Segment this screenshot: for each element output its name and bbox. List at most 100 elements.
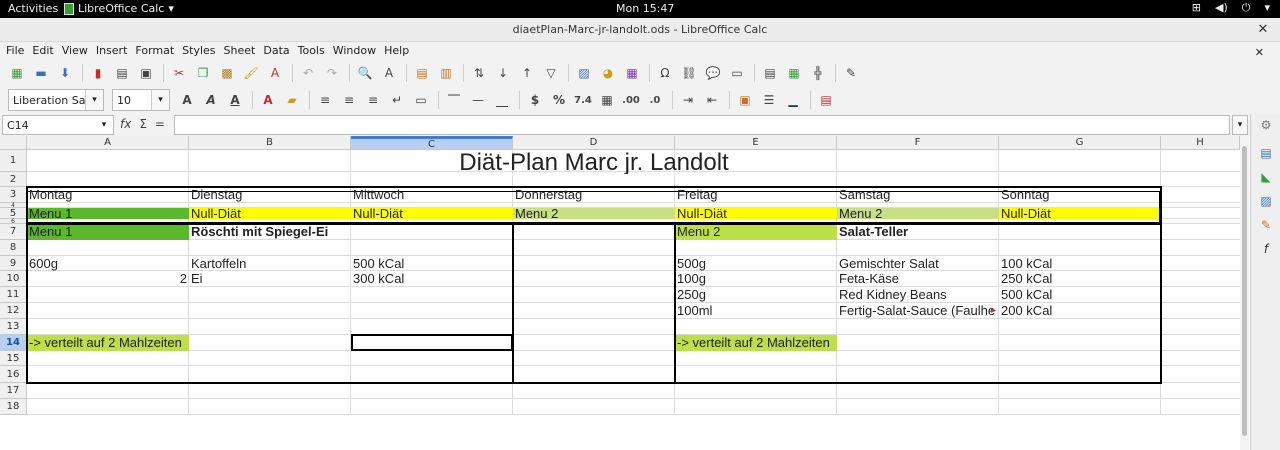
menu1-label[interactable]: Menu 1: [27, 224, 189, 240]
highlight-color-icon[interactable]: ▰: [283, 91, 301, 109]
paste-icon[interactable]: ▩: [218, 64, 236, 82]
formula-icon[interactable]: =: [155, 117, 165, 131]
day-header-4[interactable]: Freitag: [675, 187, 837, 203]
undo-icon[interactable]: ↶: [299, 64, 317, 82]
menu2-kcal[interactable]: 250 kCal: [999, 271, 1161, 287]
comment-icon[interactable]: 💬: [704, 64, 722, 82]
chevron-down-icon[interactable]: ▾: [151, 90, 169, 110]
day-header-0[interactable]: Montag: [27, 187, 189, 203]
function-wizard-icon[interactable]: fx: [120, 117, 131, 131]
print-icon[interactable]: ▤: [113, 64, 131, 82]
number-format-icon[interactable]: 7.4: [574, 91, 592, 109]
menu-tools[interactable]: Tools: [298, 42, 331, 60]
menu2-item[interactable]: Red Kidney Beans: [837, 287, 999, 303]
menu1-qty[interactable]: 600g: [27, 256, 189, 271]
menu-window[interactable]: Window: [333, 42, 382, 60]
font-name-combobox[interactable]: Liberation Sa ▾: [8, 89, 104, 111]
row-icon[interactable]: ▤: [413, 64, 431, 82]
day-header-1[interactable]: Dienstag: [189, 187, 351, 203]
menu1-note[interactable]: -> verteilt auf 2 Mahlzeiten: [27, 335, 189, 351]
row-header-12[interactable]: 12: [0, 303, 27, 319]
menu2-item[interactable]: Feta-Käse: [837, 271, 999, 287]
increase-indent-icon[interactable]: ⇥: [679, 91, 697, 109]
plan-cell-5[interactable]: Menu 2: [837, 208, 999, 219]
insert-chart-icon[interactable]: ◕: [599, 64, 617, 82]
sort-icon[interactable]: ⇅: [470, 64, 488, 82]
pivot-table-icon[interactable]: ▦: [623, 64, 641, 82]
menu-data[interactable]: Data: [263, 42, 295, 60]
menu2-item[interactable]: Fertig-Salat-Sauce (Faulhe: [837, 303, 999, 319]
menu-file[interactable]: File: [6, 42, 30, 60]
functions-icon[interactable]: f: [1258, 242, 1274, 258]
align-right-icon[interactable]: ≡: [364, 91, 382, 109]
menu-sheet[interactable]: Sheet: [224, 42, 262, 60]
menu-format[interactable]: Format: [135, 42, 180, 60]
menu2-item[interactable]: Gemischter Salat: [837, 256, 999, 271]
clone-formatting-icon[interactable]: 🖌: [242, 64, 260, 82]
split-window-icon[interactable]: ╬: [809, 64, 827, 82]
show-draw-functions-icon[interactable]: ✎: [842, 64, 860, 82]
activities-button[interactable]: Activities: [8, 2, 58, 15]
properties-icon[interactable]: ▤: [1258, 146, 1274, 162]
date-format-icon[interactable]: ▦: [598, 91, 616, 109]
clear-formatting-icon[interactable]: A: [266, 64, 284, 82]
row-header-2[interactable]: 2: [0, 172, 27, 187]
special-character-icon[interactable]: Ω: [656, 64, 674, 82]
menu-edit[interactable]: Edit: [32, 42, 59, 60]
delete-decimal-icon[interactable]: .0: [646, 91, 664, 109]
column-header-e[interactable]: E: [675, 136, 837, 150]
print-preview-icon[interactable]: ▣: [137, 64, 155, 82]
currency-format-icon[interactable]: $: [526, 91, 544, 109]
close-document-icon[interactable]: ✕: [1255, 44, 1270, 59]
menu1-qty[interactable]: 2: [27, 271, 189, 287]
styles-icon[interactable]: ◣: [1258, 170, 1274, 186]
close-window-button[interactable]: ✕: [1254, 21, 1272, 39]
column-header-f[interactable]: F: [837, 136, 999, 150]
add-decimal-icon[interactable]: .00: [622, 91, 640, 109]
cut-icon[interactable]: ✂: [170, 64, 188, 82]
align-bottom-icon[interactable]: ⎽: [493, 91, 511, 109]
conditional-format-icon[interactable]: ▤: [817, 91, 835, 109]
save-icon[interactable]: ⬇: [56, 64, 74, 82]
redo-icon[interactable]: ↷: [323, 64, 341, 82]
menu2-name[interactable]: Salat-Teller: [837, 224, 999, 240]
column-header-h[interactable]: H: [1161, 136, 1240, 150]
menu2-qty[interactable]: 250g: [675, 287, 837, 303]
clock[interactable]: Mon 15:47: [616, 2, 674, 15]
sheet-title[interactable]: Diät-Plan Marc jr. Landolt: [27, 152, 1161, 174]
plan-cell-1[interactable]: Null-Diät: [189, 208, 351, 219]
menu1-kcal[interactable]: 300 kCal: [351, 271, 513, 287]
menu-view[interactable]: View: [62, 42, 94, 60]
row-header-10[interactable]: 10: [0, 271, 27, 287]
system-tray[interactable]: ⊞ ◀) ⏻ ▾: [1192, 1, 1270, 15]
hyperlink-icon[interactable]: ⛓: [680, 64, 698, 82]
chevron-down-icon[interactable]: ▾: [85, 90, 103, 110]
menu2-qty[interactable]: 100ml: [675, 303, 837, 319]
menu2-qty[interactable]: 500g: [675, 256, 837, 271]
row-header-1[interactable]: 1: [0, 150, 27, 172]
align-center-icon[interactable]: ≡: [340, 91, 358, 109]
spelling-icon[interactable]: A: [380, 64, 398, 82]
autofilter-icon[interactable]: ▽: [542, 64, 560, 82]
menu2-note[interactable]: -> verteilt auf 2 Mahlzeiten: [675, 335, 837, 351]
open-icon[interactable]: ▬: [32, 64, 50, 82]
freeze-rows-columns-icon[interactable]: ▦: [785, 64, 803, 82]
spreadsheet-grid[interactable]: ABCDEFGH 1 2 3 4 5 6 7 8 9 10 11 12 13 14 15 16 17 18 Diä…: [0, 136, 1240, 450]
row-header-11[interactable]: 11: [0, 287, 27, 303]
column-header-c[interactable]: C: [351, 136, 513, 150]
new-document-icon[interactable]: ▦: [8, 64, 26, 82]
day-header-2[interactable]: Mittwoch: [351, 187, 513, 203]
font-color-icon[interactable]: A: [259, 91, 277, 109]
decrease-indent-icon[interactable]: ⇤: [703, 91, 721, 109]
menu1-item[interactable]: Kartoffeln: [189, 256, 351, 271]
find-replace-icon[interactable]: 🔍: [356, 64, 374, 82]
row-header-14[interactable]: 14: [0, 335, 27, 351]
row-header-16[interactable]: 16: [0, 366, 27, 383]
app-menu[interactable]: LibreOffice Calc ▾: [64, 2, 174, 15]
navigator-icon[interactable]: ✎: [1258, 218, 1274, 234]
borders-icon[interactable]: ▣: [736, 91, 754, 109]
expand-formula-bar-icon[interactable]: ▾: [1232, 115, 1248, 135]
menu-insert[interactable]: Insert: [96, 42, 134, 60]
menu1-kcal[interactable]: 500 kCal: [351, 256, 513, 271]
day-header-6[interactable]: Sonntag: [999, 187, 1161, 203]
